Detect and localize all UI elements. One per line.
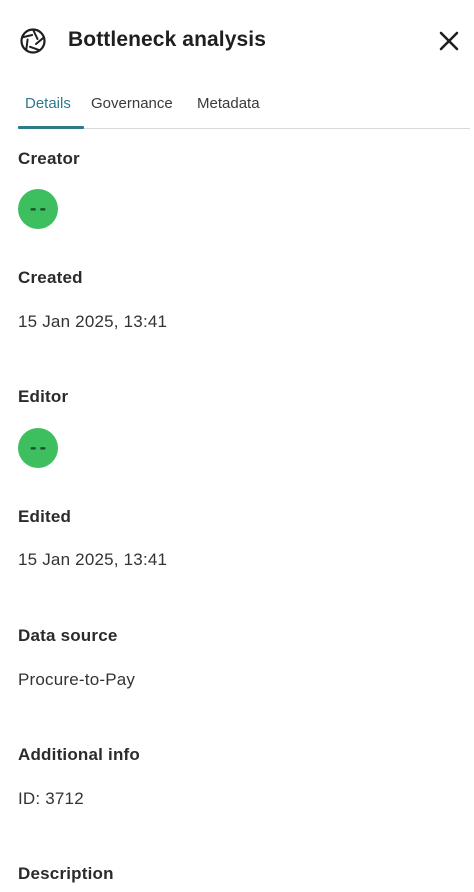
description-label: Description bbox=[18, 864, 114, 883]
aperture-icon bbox=[20, 28, 46, 54]
details-panel: Bottleneck analysis Details Governance M… bbox=[0, 0, 474, 892]
edited-value: 15 Jan 2025, 13:41 bbox=[18, 550, 168, 569]
creator-avatar[interactable]: -- bbox=[18, 189, 58, 229]
active-tab-indicator bbox=[18, 126, 84, 129]
data-source-value: Procure-to-Pay bbox=[18, 670, 136, 689]
edited-label: Edited bbox=[18, 507, 72, 526]
additional-info-label: Additional info bbox=[18, 745, 140, 764]
editor-label: Editor bbox=[18, 387, 69, 406]
editor-avatar[interactable]: -- bbox=[18, 428, 58, 468]
created-value: 15 Jan 2025, 13:41 bbox=[18, 312, 168, 331]
data-source-label: Data source bbox=[18, 626, 118, 645]
close-icon[interactable] bbox=[436, 28, 462, 54]
tab-details[interactable]: Details bbox=[25, 94, 71, 114]
tab-bar: Details Governance Metadata bbox=[0, 90, 474, 130]
tab-governance[interactable]: Governance bbox=[91, 94, 173, 114]
additional-info-value: ID: 3712 bbox=[18, 789, 84, 808]
tab-metadata[interactable]: Metadata bbox=[197, 94, 260, 114]
panel-title: Bottleneck analysis bbox=[68, 28, 266, 51]
tabs-divider bbox=[18, 128, 470, 129]
creator-label: Creator bbox=[18, 149, 80, 168]
panel-header: Bottleneck analysis bbox=[0, 0, 474, 82]
created-label: Created bbox=[18, 268, 83, 287]
